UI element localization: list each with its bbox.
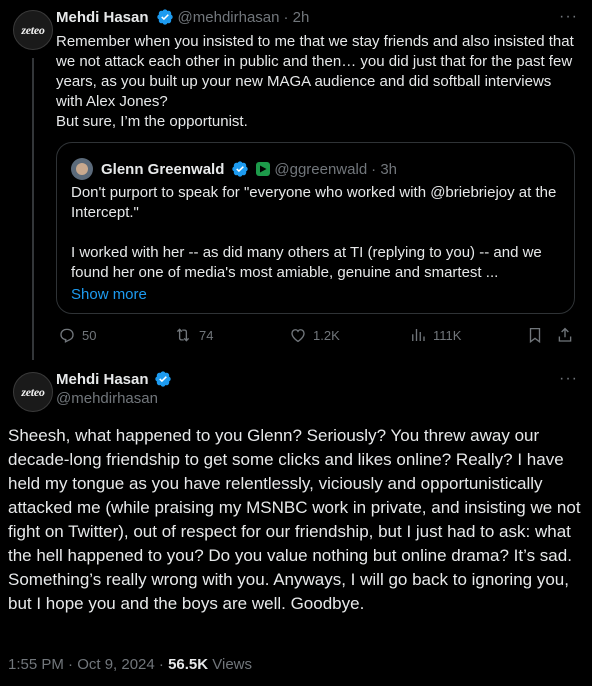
- like-count: 1.2K: [313, 327, 340, 343]
- author-handle[interactable]: @mehdirhasan: [178, 9, 280, 26]
- like-button[interactable]: 1.2K: [289, 326, 340, 344]
- views-label: Views: [208, 656, 253, 673]
- tweet-text-line: But sure, I’m the opportunist.: [56, 113, 248, 130]
- tweet-meta: 1:55 PM · Oct 9, 2024 · 56.5K Views: [8, 656, 252, 673]
- more-icon[interactable]: ···: [559, 370, 578, 388]
- tweet-header: Mehdi Hasan @mehdirhasan: [56, 370, 172, 407]
- tweet-time[interactable]: · 2h: [283, 9, 309, 26]
- quoted-tweet-time: · 3h: [371, 160, 398, 178]
- show-more-link[interactable]: Show more: [71, 285, 561, 305]
- quoted-tweet[interactable]: Glenn Greenwald @ggreenwald · 3h Don't p…: [56, 142, 575, 314]
- reply-count: 50: [82, 327, 97, 343]
- author-handle[interactable]: @mehdirhasan: [56, 390, 172, 407]
- repost-button[interactable]: 74: [173, 326, 213, 344]
- more-icon[interactable]: ···: [559, 8, 578, 26]
- quoted-author-handle: @ggreenwald: [274, 160, 368, 178]
- views-icon: [412, 329, 425, 341]
- share-button[interactable]: [556, 326, 574, 344]
- quoted-text-paragraph: I worked with her -- as did many others …: [71, 244, 542, 281]
- author-name[interactable]: Mehdi Hasan: [56, 9, 149, 26]
- views-count: 56.5K: [168, 656, 209, 673]
- reply-icon: [60, 328, 74, 343]
- tweet-timestamp[interactable]: 1:55 PM · Oct 9, 2024 ·: [8, 656, 168, 673]
- tweet-text-paragraph: Remember when you insisted to me that we…: [56, 33, 574, 110]
- quoted-avatar: [71, 158, 93, 180]
- repost-count: 74: [199, 327, 214, 343]
- verified-badge-icon: [154, 371, 171, 387]
- views-button[interactable]: 111K: [409, 326, 461, 344]
- author-name[interactable]: Mehdi Hasan: [56, 371, 149, 388]
- tweet-actions: 50 74 1.2K 111K: [56, 326, 576, 350]
- quoted-text-paragraph: Don't purport to speak for "everyone who…: [71, 184, 557, 221]
- bookmark-button[interactable]: [526, 326, 544, 344]
- quoted-author-name: Glenn Greenwald: [101, 160, 225, 178]
- views-count: 111K: [433, 327, 462, 343]
- thread-connector-line: [32, 58, 34, 360]
- quoted-tweet-header: Glenn Greenwald @ggreenwald · 3h: [71, 158, 397, 180]
- quoted-tweet-text: Don't purport to speak for "everyone who…: [71, 183, 561, 305]
- avatar[interactable]: zeteo: [13, 372, 53, 412]
- verified-badge-icon: [232, 161, 249, 177]
- like-icon: [291, 329, 305, 343]
- tweet-text: Remember when you insisted to me that we…: [56, 32, 578, 132]
- repost-icon: [176, 328, 190, 342]
- avatar-logo: zeteo: [21, 22, 45, 37]
- avatar[interactable]: zeteo: [13, 10, 53, 50]
- media-badge-icon: [256, 162, 271, 176]
- reply-button[interactable]: 50: [58, 326, 96, 344]
- bookmark-icon: [529, 327, 541, 344]
- tweet-text: Sheesh, what happened to you Glenn? Seri…: [8, 426, 581, 613]
- share-icon: [558, 327, 572, 342]
- avatar-logo: zeteo: [21, 384, 45, 399]
- verified-badge-icon: [156, 9, 173, 25]
- tweet-header: Mehdi Hasan @mehdirhasan · 2h: [56, 8, 309, 26]
